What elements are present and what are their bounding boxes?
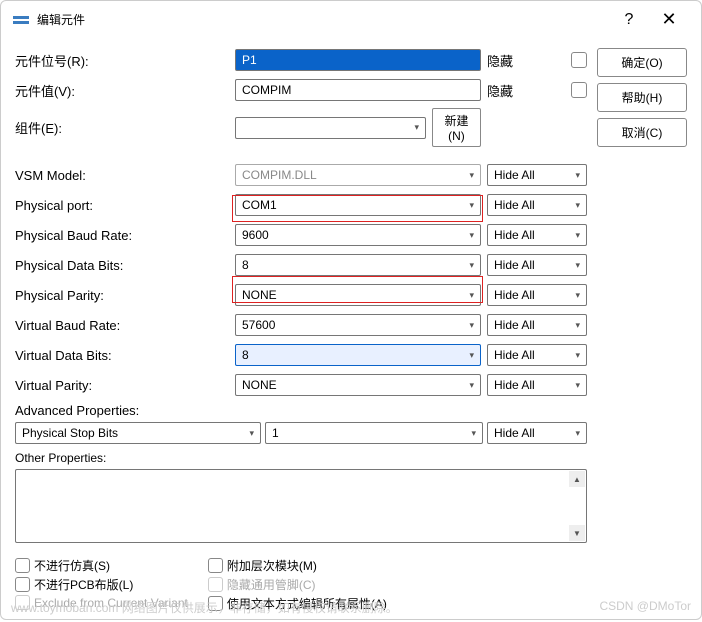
prop-label: Physical Parity:: [15, 288, 235, 303]
chevron-down-icon: ▾: [469, 230, 474, 241]
ok-button[interactable]: 确定(O): [597, 48, 687, 77]
prop-value-select[interactable]: 8▾: [235, 344, 481, 366]
prop-label: Physical port:: [15, 198, 235, 213]
adv-val-select[interactable]: 1▾: [265, 422, 483, 444]
prop-vis-select[interactable]: Hide All▾: [487, 164, 587, 186]
chevron-down-icon: ▾: [249, 428, 254, 439]
chevron-down-icon: ▾: [469, 170, 474, 181]
prop-value-select[interactable]: COMPIM.DLL▾: [235, 164, 481, 186]
prop-label: Physical Baud Rate:: [15, 228, 235, 243]
prop-label: Virtual Baud Rate:: [15, 318, 235, 333]
chevron-down-icon: ▾: [575, 350, 580, 361]
adv-vis-select[interactable]: Hide All▾: [487, 422, 587, 444]
chevron-down-icon: ▾: [575, 320, 580, 331]
advanced-label: Advanced Properties:: [15, 403, 587, 418]
checkbox-label: 隐藏通用管脚(C): [227, 576, 316, 593]
val-label: 元件值(V):: [15, 81, 235, 100]
watermark: www.toymoban.com 网络图片仅供展示，非存储，如有侵权请联系删除。…: [11, 599, 691, 616]
chevron-down-icon: ▾: [575, 200, 580, 211]
prop-vis-select[interactable]: Hide All▾: [487, 344, 587, 366]
prop-value-select[interactable]: NONE▾: [235, 284, 481, 306]
checkbox-label: 附加层次模块(M): [227, 557, 317, 574]
chevron-down-icon: ▾: [414, 122, 419, 133]
chevron-down-icon: ▾: [575, 428, 580, 439]
prop-vis-select[interactable]: Hide All▾: [487, 194, 587, 216]
scroll-up-icon[interactable]: ▲: [569, 471, 585, 487]
prop-vis-select[interactable]: Hide All▾: [487, 254, 587, 276]
prop-value-select[interactable]: 57600▾: [235, 314, 481, 336]
window-title: 编辑元件: [37, 11, 85, 28]
chevron-down-icon: ▾: [469, 260, 474, 271]
prop-vis-select[interactable]: Hide All▾: [487, 284, 587, 306]
titlebar: 编辑元件 ? ✕: [1, 1, 701, 38]
titlebar-help-button[interactable]: ?: [609, 11, 649, 29]
titlebar-close-button[interactable]: ✕: [649, 9, 689, 30]
ref-hide-checkbox[interactable]: [571, 52, 587, 68]
help-button[interactable]: 帮助(H): [597, 83, 687, 112]
checkbox[interactable]: [208, 558, 223, 573]
chevron-down-icon: ▾: [469, 380, 474, 391]
side-buttons: 确定(O) 帮助(H) 取消(C): [597, 48, 687, 612]
chevron-down-icon: ▾: [575, 170, 580, 181]
val-hide-label: 隐藏: [487, 81, 565, 100]
scroll-down-icon[interactable]: ▼: [569, 525, 585, 541]
prop-label: VSM Model:: [15, 168, 235, 183]
chevron-down-icon: ▾: [469, 320, 474, 331]
adv-key-select[interactable]: Physical Stop Bits▾: [15, 422, 261, 444]
prop-vis-select[interactable]: Hide All▾: [487, 374, 587, 396]
main-panel: 元件位号(R): 隐藏 元件值(V): 隐藏 组件(E): ▾ 新建(N) VS…: [15, 48, 587, 612]
chevron-down-icon: ▾: [575, 230, 580, 241]
checkbox[interactable]: [15, 577, 30, 592]
checkbox-label: 不进行PCB布版(L): [34, 576, 133, 593]
prop-label: Physical Data Bits:: [15, 258, 235, 273]
other-label: Other Properties:: [15, 450, 587, 465]
val-hide-checkbox[interactable]: [571, 82, 587, 98]
prop-value-select[interactable]: 9600▾: [235, 224, 481, 246]
ref-hide-label: 隐藏: [487, 51, 565, 70]
chevron-down-icon: ▾: [471, 428, 476, 439]
chevron-down-icon: ▾: [469, 200, 474, 211]
grp-label: 组件(E):: [15, 118, 235, 137]
prop-vis-select[interactable]: Hide All▾: [487, 224, 587, 246]
prop-value-select[interactable]: 8▾: [235, 254, 481, 276]
prop-label: Virtual Parity:: [15, 378, 235, 393]
prop-vis-select[interactable]: Hide All▾: [487, 314, 587, 336]
checkbox-label: 不进行仿真(S): [34, 557, 110, 574]
new-button[interactable]: 新建(N): [432, 108, 481, 147]
prop-label: Virtual Data Bits:: [15, 348, 235, 363]
chevron-down-icon: ▾: [575, 290, 580, 301]
app-icon: [13, 12, 29, 28]
grp-select[interactable]: ▾: [235, 117, 426, 139]
checkbox: [208, 577, 223, 592]
ref-input[interactable]: [235, 49, 481, 71]
prop-value-select[interactable]: NONE▾: [235, 374, 481, 396]
cancel-button[interactable]: 取消(C): [597, 118, 687, 147]
chevron-down-icon: ▾: [575, 260, 580, 271]
prop-value-select[interactable]: COM1▾: [235, 194, 481, 216]
val-input[interactable]: [235, 79, 481, 101]
chevron-down-icon: ▾: [469, 350, 474, 361]
chevron-down-icon: ▾: [575, 380, 580, 391]
checkbox[interactable]: [15, 558, 30, 573]
ref-label: 元件位号(R):: [15, 51, 235, 70]
chevron-down-icon: ▾: [469, 290, 474, 301]
other-properties-textarea[interactable]: ▲ ▼: [15, 469, 587, 543]
